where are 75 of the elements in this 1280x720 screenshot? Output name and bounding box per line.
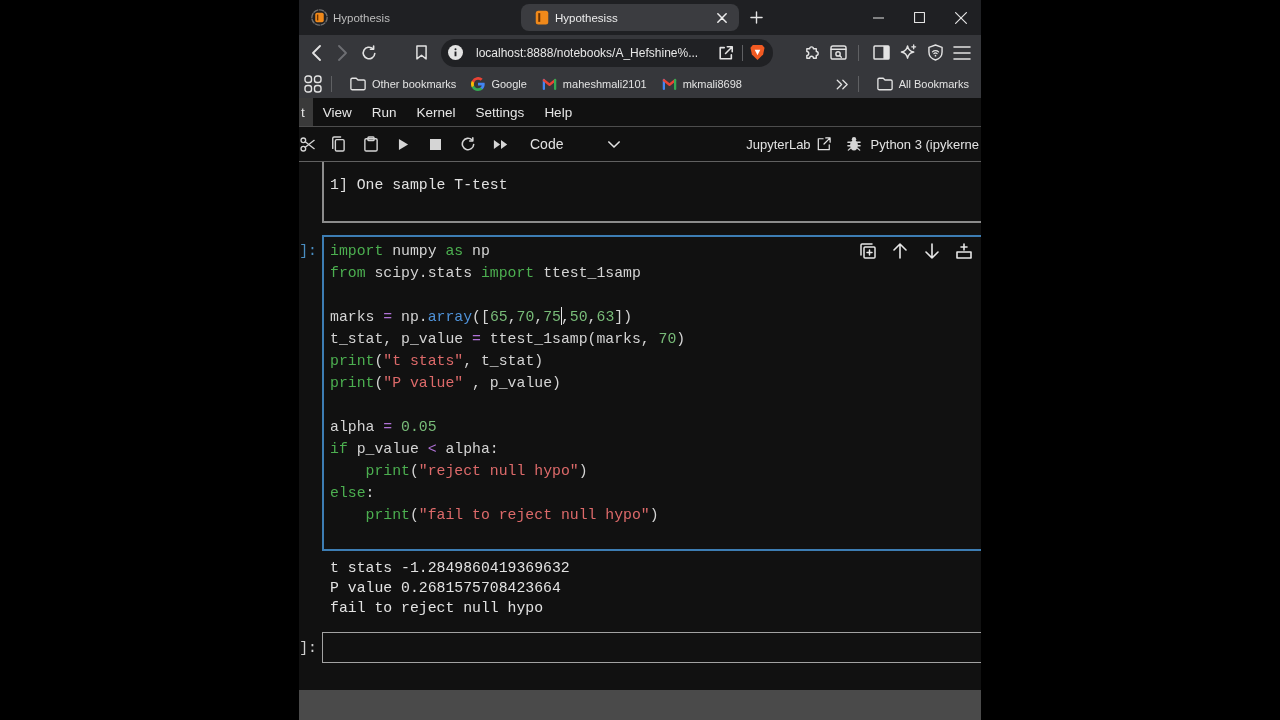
code-line: alpha = 0.05 (330, 418, 438, 437)
sparkle-icon[interactable] (899, 44, 917, 61)
back-icon[interactable] (311, 44, 321, 61)
reload-icon[interactable] (361, 44, 377, 61)
insert-below-icon[interactable] (956, 243, 972, 259)
bookmark-item[interactable]: Google (471, 77, 527, 91)
address-bar[interactable]: localhost:8888/notebooks/A_Hefshine%... (441, 38, 773, 67)
bookmark-item[interactable]: mkmali8698 (661, 78, 742, 90)
restart-icon[interactable] (461, 137, 476, 151)
g-logo-icon (471, 77, 486, 91)
bookmark-item[interactable]: Other bookmarks (350, 77, 457, 91)
info-icon[interactable] (448, 45, 463, 60)
output-line: t stats -1.2849860419369632 (330, 559, 571, 578)
cell-prompt: ]: (299, 242, 318, 261)
fast-forward-icon[interactable] (492, 138, 509, 150)
duplicate-icon[interactable] (860, 243, 876, 259)
menu-icon[interactable] (953, 45, 971, 60)
apps-grid-icon[interactable] (304, 75, 322, 93)
menu-item[interactable]: t (299, 98, 313, 126)
cell-type-dropdown[interactable]: Code (524, 131, 624, 157)
plus-icon[interactable] (749, 11, 763, 24)
code-line: print("fail to reject null hypo") (365, 506, 659, 525)
code-line: print("reject null hypo") (365, 462, 588, 481)
markdown-text: 1] One sample T-test (330, 176, 509, 195)
code-line: from scipy.stats import ttest_1samp (330, 264, 642, 283)
code-line: import numpy as np (330, 242, 491, 261)
share-icon[interactable] (718, 44, 734, 61)
bookmark-item[interactable]: maheshmali2101 (541, 78, 647, 90)
arrow-up-icon[interactable] (892, 243, 908, 259)
menu-item[interactable]: Run (361, 98, 407, 126)
m-logo-icon (661, 78, 677, 90)
external-link-icon[interactable] (816, 137, 831, 151)
stop-icon[interactable] (430, 138, 442, 150)
play-icon[interactable] (397, 137, 409, 151)
copy-icon[interactable] (331, 136, 346, 152)
bookmark-icon[interactable] (415, 45, 427, 60)
bookmark-item[interactable]: All Bookmarks (876, 77, 969, 91)
menu-item[interactable]: View (312, 98, 362, 126)
output-line: P value 0.2681575708423664 (330, 579, 562, 598)
code-cell[interactable] (322, 235, 981, 551)
shield-icon[interactable] (927, 44, 943, 61)
menu-item[interactable]: Settings (465, 98, 535, 126)
tab[interactable]: Hypothesis (299, 4, 517, 31)
output-line: fail to reject null hypo (330, 599, 545, 618)
folder-icon (350, 77, 366, 91)
code-line: print("t stats", t_stat) (330, 352, 545, 371)
code-line: else: (330, 484, 376, 503)
markdown-cell[interactable]: 1] One sample T-test (322, 162, 981, 223)
menu-item[interactable]: Help (534, 98, 583, 126)
maximize-icon[interactable] (914, 12, 925, 23)
shield-logo-icon[interactable] (750, 44, 765, 61)
menu-item[interactable]: Kernel (406, 98, 466, 126)
arrow-down-icon[interactable] (924, 243, 940, 259)
scissors-icon[interactable] (299, 136, 315, 152)
code-line: marks = np.array([65,70,75,50,63]) (330, 306, 634, 327)
tab[interactable]: Hypothesiss (521, 4, 739, 31)
double-chevron-icon[interactable] (835, 78, 848, 90)
puzzle-icon[interactable] (803, 44, 821, 61)
bug-icon[interactable] (846, 136, 861, 152)
kernel-name[interactable]: Python 3 (ipykerne (870, 136, 979, 152)
close-icon[interactable] (954, 11, 967, 24)
m-logo-icon (541, 78, 557, 90)
code-line: print("P value" , p_value) (330, 374, 562, 393)
sidebar-icon[interactable] (872, 45, 890, 60)
folder-icon (876, 77, 893, 91)
clipboard-icon[interactable] (363, 136, 378, 152)
code-cell[interactable] (322, 632, 981, 663)
external-link[interactable]: JupyterLab (746, 136, 831, 152)
cell-prompt: ]: (299, 639, 318, 658)
code-line: if p_value < alpha: (330, 440, 500, 459)
close-icon[interactable] (717, 12, 727, 23)
minimize-icon[interactable] (873, 16, 884, 19)
window-search-icon[interactable] (829, 45, 847, 60)
chevron-down-icon[interactable] (608, 140, 620, 148)
code-line: t_stat, p_value = ttest_1samp(marks, 70) (330, 330, 687, 349)
